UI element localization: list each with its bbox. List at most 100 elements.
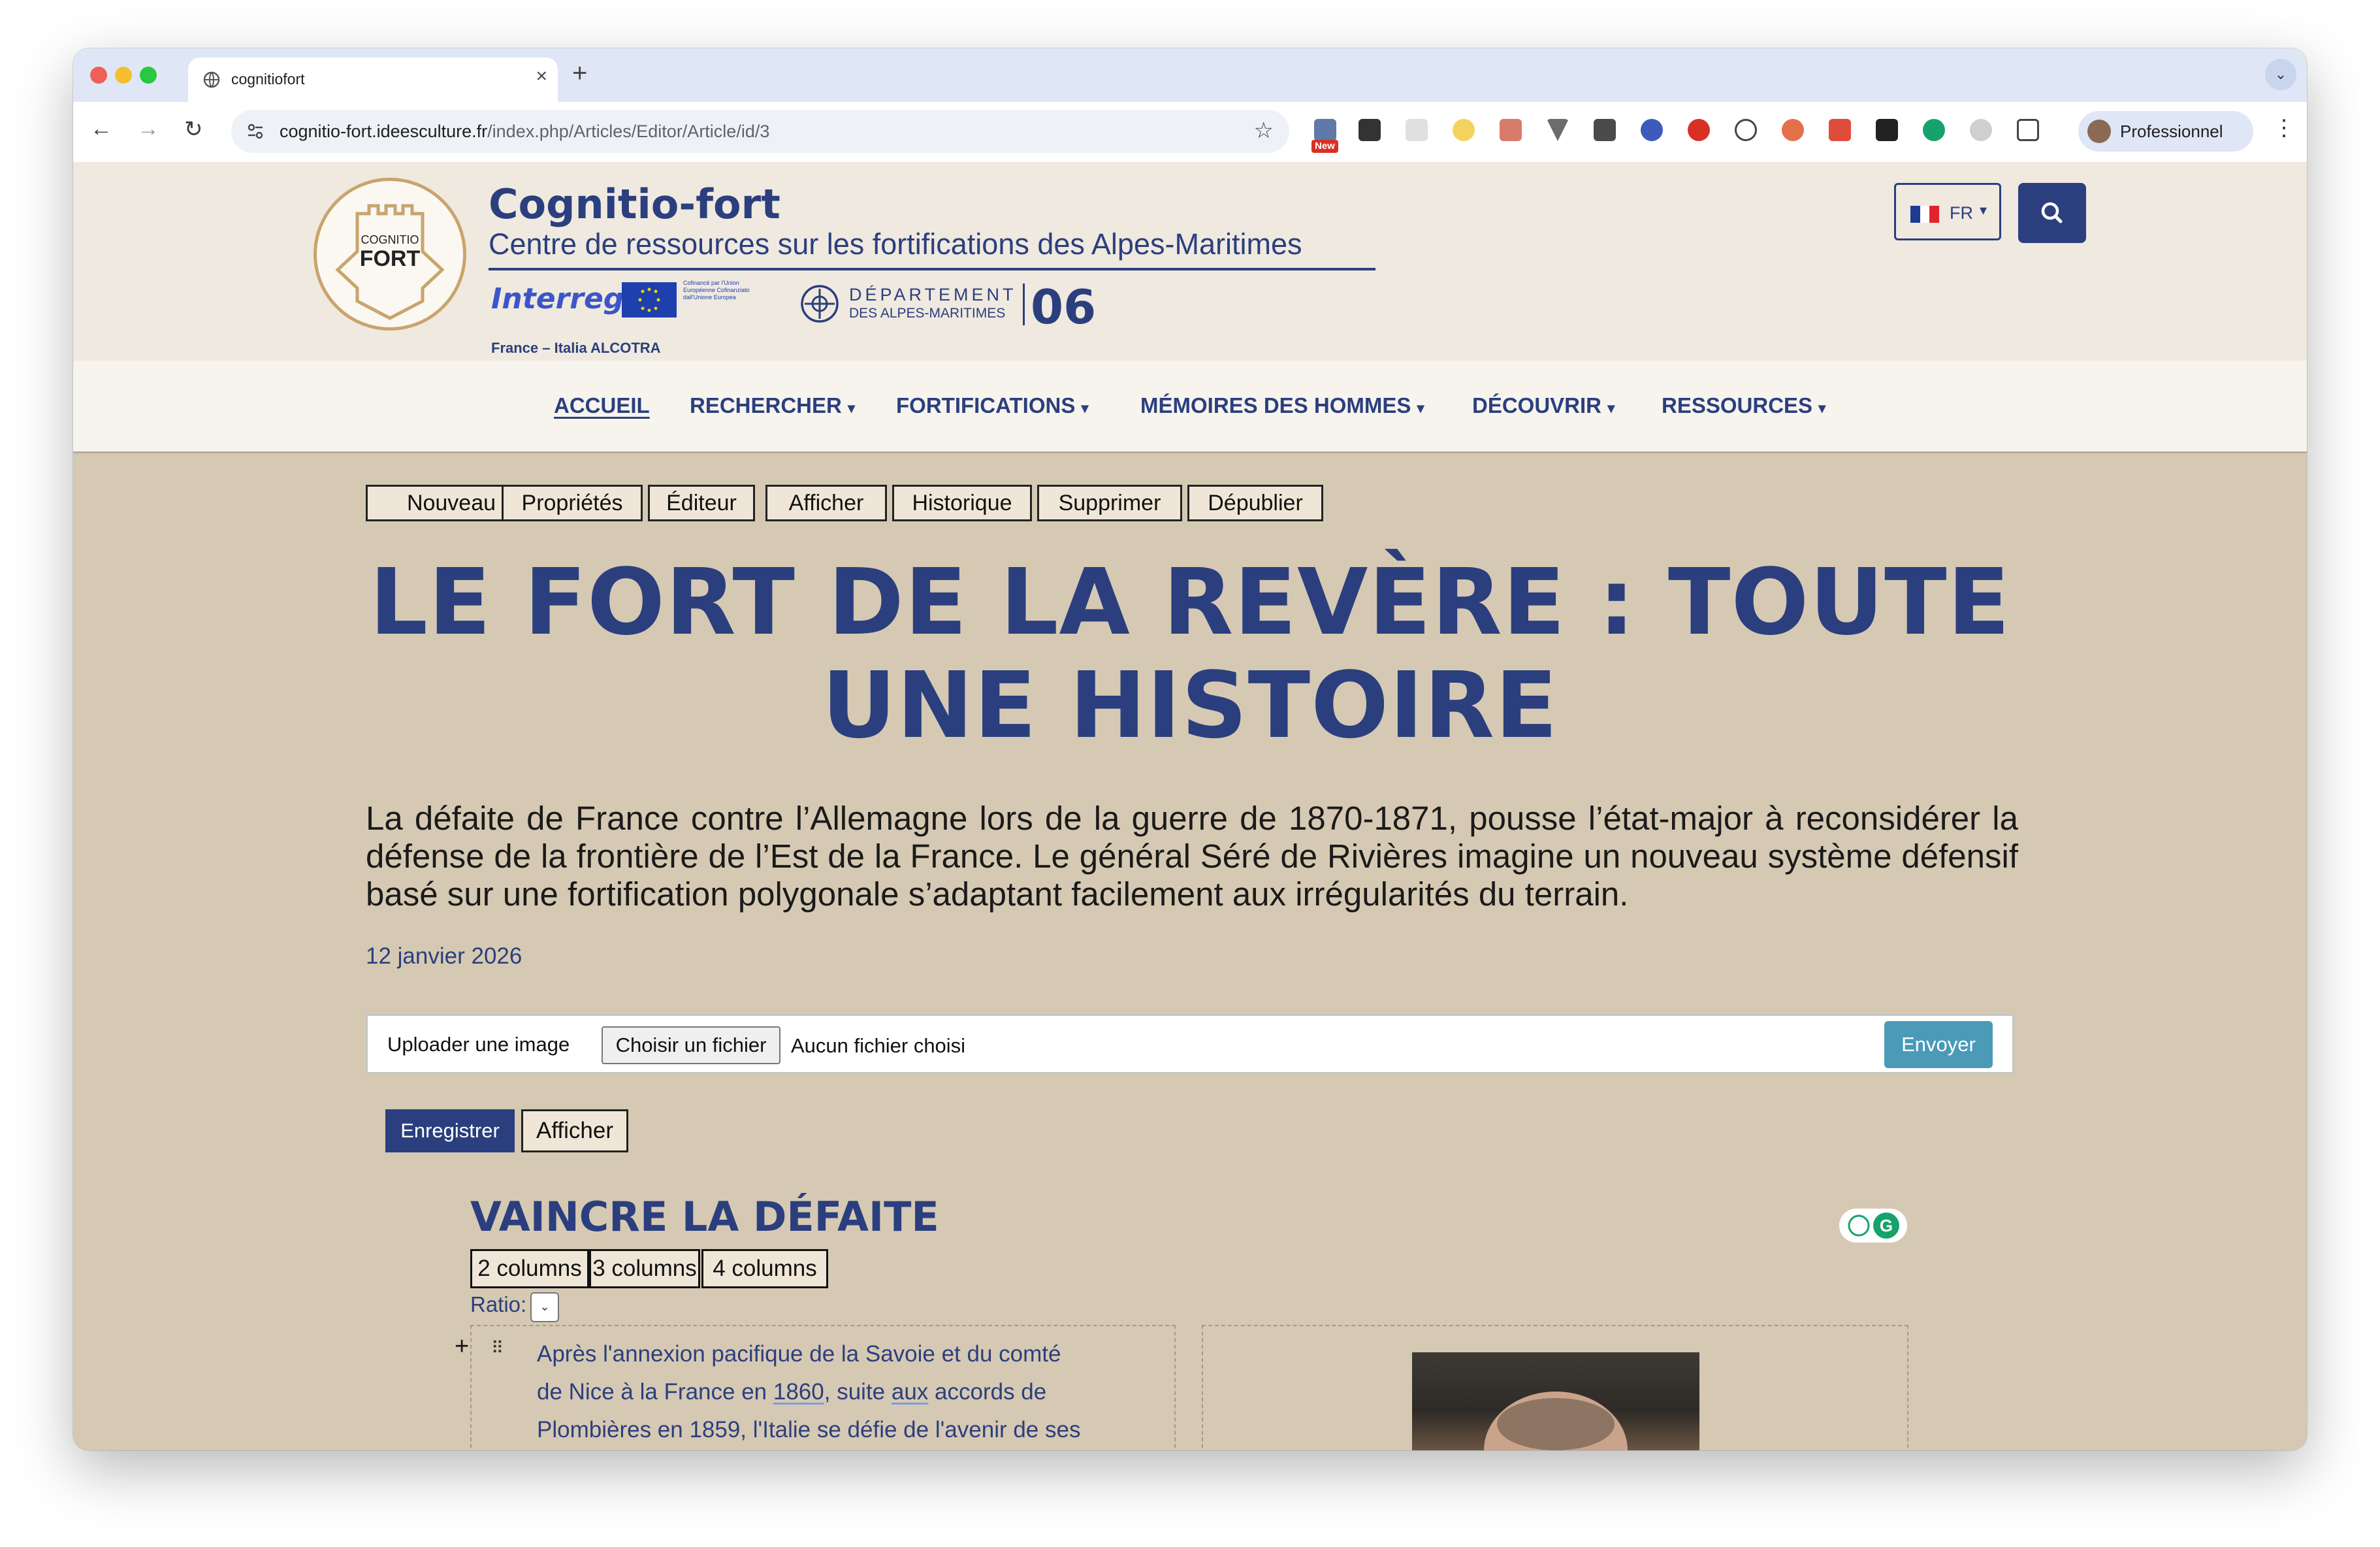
text-span: , suite: [824, 1379, 892, 1405]
new-tab-icon[interactable]: +: [572, 59, 587, 88]
url-host: cognitio-fort.ideesculture.fr: [280, 122, 488, 141]
maximize-window-button[interactable]: [140, 67, 157, 84]
nav-item-memoires[interactable]: MÉMOIRES DES HOMMES ▾: [1140, 393, 1424, 418]
extension-icon[interactable]: [1970, 119, 1992, 141]
caret-down-icon: ▾: [1607, 400, 1615, 416]
caret-down-icon: ▾: [1818, 400, 1826, 416]
forward-icon[interactable]: →: [137, 116, 159, 142]
browser-toolbar: ← → ↻ cognitio-fort.ideesculture.fr/inde…: [73, 102, 2307, 163]
browser-tab[interactable]: cognitiofort ×: [188, 57, 558, 102]
close-tab-icon[interactable]: ×: [536, 65, 547, 88]
four-columns-button[interactable]: 4 columns: [701, 1249, 828, 1288]
grammarly-widget[interactable]: G: [1839, 1209, 1907, 1243]
article-date: 12 janvier 2026: [366, 943, 523, 969]
unpublish-button[interactable]: Dépublier: [1187, 485, 1323, 521]
view-button[interactable]: Afficher: [765, 485, 887, 521]
nav-item-decouvrir[interactable]: DÉCOUVRIR ▾: [1472, 393, 1615, 418]
text-line: Plombières en 1859, l'Italie se défie de…: [537, 1417, 1081, 1442]
search-button[interactable]: [2018, 183, 2086, 243]
address-bar[interactable]: cognitio-fort.ideesculture.fr/index.php/…: [231, 110, 1289, 153]
nav-item-fortifications[interactable]: FORTIFICATIONS ▾: [896, 393, 1089, 418]
save-button[interactable]: Enregistrer: [385, 1109, 515, 1152]
new-badge: New: [1311, 140, 1338, 153]
caret-down-icon: ▾: [1417, 400, 1424, 416]
extension-icon[interactable]: [1829, 119, 1851, 141]
caret-down-icon: ▾: [1081, 400, 1089, 416]
extension-icon[interactable]: [1453, 119, 1475, 141]
eu-cofunding-text: Cofinancé par l'Union Européenne Cofinan…: [683, 280, 750, 301]
image-upload-form: Uploader une image Choisir un fichier Au…: [366, 1014, 2014, 1074]
extension-icon[interactable]: [1547, 119, 1569, 141]
close-window-button[interactable]: [90, 67, 107, 84]
tab-bar: cognitiofort × + ⌄: [73, 48, 2307, 102]
tab-title: cognitiofort: [231, 71, 305, 88]
add-block-icon[interactable]: +: [455, 1333, 469, 1361]
caret-down-icon: ▾: [848, 400, 856, 416]
language-selector[interactable]: FR ▾: [1894, 183, 2001, 240]
browser-menu-icon[interactable]: ⋮: [2273, 115, 2295, 141]
extension-icon[interactable]: [1641, 119, 1663, 141]
three-columns-button[interactable]: 3 columns: [589, 1249, 700, 1288]
alcotra-label: France – Italia ALCOTRA: [491, 340, 661, 356]
nav-item-accueil[interactable]: ACCUEIL: [554, 393, 650, 418]
nav-item-rechercher[interactable]: RECHERCHER ▾: [690, 393, 855, 418]
reload-icon[interactable]: ↻: [184, 116, 203, 142]
spellcheck-word: aux: [891, 1379, 929, 1405]
back-icon[interactable]: ←: [90, 116, 112, 142]
interreg-logo: Interreg: [491, 282, 624, 316]
department-emblem-icon: [801, 285, 839, 323]
nav-item-ressources[interactable]: RESSOURCES ▾: [1662, 393, 1825, 418]
divider: [1023, 284, 1025, 325]
extension-icon[interactable]: [1500, 119, 1522, 141]
eu-flag-icon: [622, 282, 677, 318]
choose-file-button[interactable]: Choisir un fichier: [602, 1026, 780, 1064]
profile-button[interactable]: Professionnel: [2078, 111, 2253, 152]
article-intro: La défaite de France contre l’Allemagne …: [366, 800, 2018, 913]
site-title[interactable]: Cognitio-fort: [489, 180, 780, 228]
tab-search-icon[interactable]: ⌄: [2265, 59, 2296, 90]
page-title: LE FORT DE LA REVÈRE : TOUTE UNE HISTOIR…: [369, 549, 2011, 759]
extensions-puzzle-icon[interactable]: [2017, 119, 2039, 141]
site-logo[interactable]: COGNITIO FORT: [314, 178, 466, 331]
extension-icon[interactable]: [1782, 119, 1804, 141]
extension-icon[interactable]: [1406, 119, 1428, 141]
department-subname: DES ALPES-MARITIMES: [849, 306, 1006, 321]
extension-icon[interactable]: [1735, 119, 1757, 141]
nav-item-label: RECHERCHER: [690, 393, 842, 417]
preview-button[interactable]: Afficher: [521, 1109, 628, 1152]
editor-button[interactable]: Éditeur: [648, 485, 755, 521]
search-icon: [2041, 202, 2063, 223]
site-info-icon[interactable]: [244, 120, 266, 142]
profile-name: Professionnel: [2120, 122, 2223, 141]
extension-new-icon[interactable]: [1314, 119, 1336, 141]
url-text: cognitio-fort.ideesculture.fr/index.php/…: [280, 122, 769, 142]
url-path: /index.php/Articles/Editor/Article/id/3: [487, 122, 770, 141]
history-button[interactable]: Historique: [892, 485, 1032, 521]
text-span: de Nice à la France en: [537, 1379, 773, 1405]
extension-icon[interactable]: [1876, 119, 1898, 141]
site-subtitle: Centre de ressources sur les fortificati…: [489, 227, 1302, 261]
delete-button[interactable]: Supprimer: [1037, 485, 1182, 521]
column-text[interactable]: Après l'annexion pacifique de la Savoie …: [537, 1335, 1125, 1449]
main-navigation: ACCUEIL RECHERCHER ▾ FORTIFICATIONS ▾ MÉ…: [73, 361, 2307, 453]
minimize-window-button[interactable]: [115, 67, 132, 84]
language-label: FR: [1950, 203, 1973, 223]
extension-icon[interactable]: [1359, 119, 1381, 141]
nav-item-label: RESSOURCES: [1662, 393, 1813, 417]
adblock-icon[interactable]: [1688, 119, 1710, 141]
portrait-image[interactable]: [1412, 1352, 1699, 1450]
section-title[interactable]: VAINCRE LA DÉFAITE: [470, 1193, 939, 1241]
ratio-select[interactable]: ⌄: [530, 1292, 559, 1322]
grammarly-icon[interactable]: [1923, 119, 1945, 141]
nav-item-label: MÉMOIRES DES HOMMES: [1140, 393, 1411, 417]
logo-text-cognitio: COGNITIO: [361, 233, 419, 246]
send-button[interactable]: Envoyer: [1884, 1021, 1993, 1068]
two-columns-button[interactable]: 2 columns: [470, 1249, 589, 1288]
browser-window: cognitiofort × + ⌄ ← → ↻ cognitio-fort.i…: [73, 48, 2307, 1450]
bookmark-star-icon[interactable]: ☆: [1254, 118, 1274, 144]
globe-icon: [203, 71, 220, 88]
properties-button[interactable]: Propriétés: [502, 485, 643, 521]
extension-icon[interactable]: [1594, 119, 1616, 141]
site-header: COGNITIO FORT Cognitio-fort Centre de re…: [73, 162, 2307, 361]
nav-item-label: FORTIFICATIONS: [896, 393, 1076, 417]
